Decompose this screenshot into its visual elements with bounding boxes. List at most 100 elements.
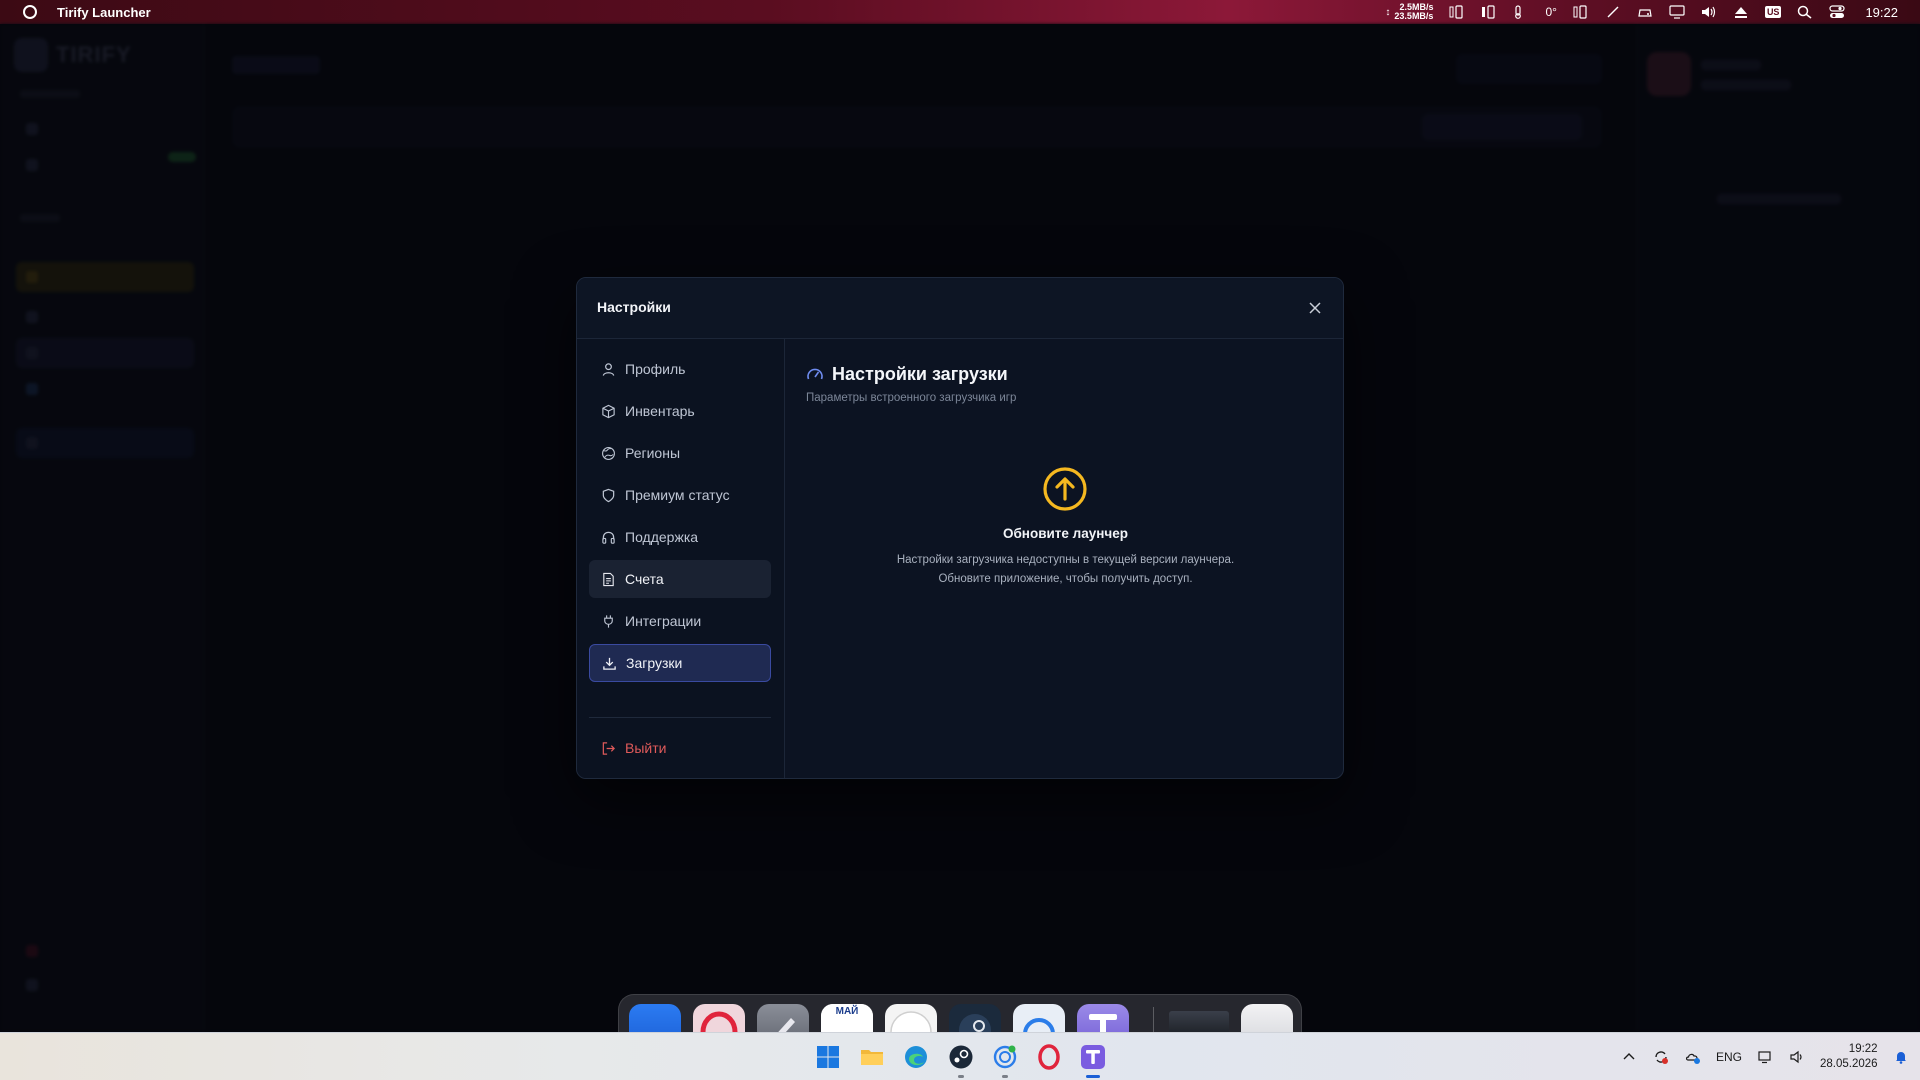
update-message-line2: Обновите приложение, чтобы получить дост… [938, 573, 1193, 585]
section-title: Настройки загрузки [806, 364, 1008, 385]
onedrive-icon[interactable] [1684, 1048, 1702, 1066]
nav-label-regions: Регионы [625, 445, 681, 461]
status-tray: ↕ 2.5MB/s 23.5MB/s 0° US 19:22 [1385, 0, 1898, 24]
nav-item-billing[interactable]: Счета [589, 560, 771, 598]
box-icon [602, 404, 615, 418]
nav-label-support: Поддержка [625, 529, 699, 545]
pen-icon[interactable] [1605, 5, 1621, 19]
tirify-icon [1081, 1045, 1105, 1069]
update-message-line1: Настройки загрузчика недоступны в текуще… [896, 554, 1235, 566]
top-menu-bar: Tirify Launcher ↕ 2.5MB/s 23.5MB/s 0° US… [0, 0, 1920, 24]
settings-nav: Профиль Инвентарь Регионы Премиум статус… [577, 339, 785, 778]
dock-tirify-icon[interactable] [1077, 1004, 1129, 1033]
nav-item-profile[interactable]: Профиль [589, 350, 771, 388]
nav-label-billing: Счета [625, 571, 664, 587]
taskbar-edge-button[interactable] [901, 1042, 931, 1072]
nav-label-downloads: Загрузки [626, 655, 683, 671]
edge-icon [905, 1046, 927, 1068]
dock-browser-icon[interactable] [1013, 1004, 1065, 1033]
windows-taskbar: ENG 19:22 28.05.2026 [0, 1032, 1920, 1080]
download-icon [603, 657, 616, 670]
nav-label-integrations: Интеграции [625, 613, 702, 629]
dock-finder-icon[interactable] [629, 1004, 681, 1033]
headphones-icon [602, 531, 615, 544]
receipt-icon [603, 572, 614, 586]
nav-item-support[interactable]: Поддержка [589, 518, 771, 556]
cloud-drive-icon[interactable] [1637, 5, 1653, 19]
opera-icon [1038, 1044, 1060, 1070]
dock-steam-icon[interactable] [949, 1004, 1001, 1033]
nav-item-regions[interactable]: Регионы [589, 434, 771, 472]
updown-arrows-icon: ↕ [1385, 6, 1391, 18]
input-language[interactable]: ENG [1716, 1050, 1742, 1064]
taskbar-time: 19:22 [1848, 1043, 1878, 1055]
spiral-browser-icon [993, 1045, 1017, 1069]
taskbar-clock[interactable]: 19:22 28.05.2026 [1820, 1042, 1878, 1072]
disk-meter-icon[interactable] [1573, 5, 1589, 19]
update-title: Обновите лаунчер [1002, 526, 1129, 541]
eject-icon[interactable] [1733, 5, 1749, 19]
speedometer-icon [807, 368, 823, 379]
update-arrow-icon [1043, 467, 1087, 511]
steam-icon [949, 1045, 973, 1069]
nav-item-downloads[interactable]: Загрузки [589, 644, 771, 682]
taskbar-opera-button[interactable] [1034, 1042, 1064, 1072]
calendar-month: МАЙ [821, 1004, 873, 1017]
temperature-value: 0° [1545, 5, 1557, 19]
dock-launchpad-icon[interactable] [757, 1004, 809, 1033]
keyboard-layout-badge[interactable]: US [1764, 6, 1782, 18]
monitor-icon[interactable] [1669, 5, 1685, 19]
folder-icon [861, 1050, 883, 1065]
dock: МАЙ [618, 994, 1302, 1034]
logout-button[interactable]: Выйти [589, 729, 771, 767]
nav-item-premium[interactable]: Премиум статус [589, 476, 771, 514]
nav-item-integrations[interactable]: Интеграции [589, 602, 771, 640]
taskbar-browser-button[interactable] [990, 1042, 1020, 1072]
network-icon[interactable] [1756, 1048, 1774, 1066]
steam-running-indicator [958, 1075, 964, 1078]
dock-opera-icon[interactable] [693, 1004, 745, 1033]
thermometer-icon[interactable] [1513, 5, 1529, 19]
system-tray: ENG 19:22 28.05.2026 [1620, 1033, 1910, 1080]
taskbar-tirify-button[interactable] [1078, 1042, 1108, 1072]
nav-label-profile: Профиль [625, 361, 686, 377]
nav-divider [589, 717, 771, 718]
plug-icon [604, 614, 613, 628]
show-hidden-icons-chevron-icon[interactable] [1620, 1048, 1638, 1066]
dock-trash-icon[interactable] [1241, 1004, 1293, 1033]
nav-item-inventory[interactable]: Инвентарь [589, 392, 771, 430]
globe-icon [602, 446, 615, 460]
dock-separator [1153, 1007, 1154, 1033]
dock-window-thumbnail[interactable] [1169, 1011, 1229, 1033]
sync-icon[interactable] [1652, 1048, 1670, 1066]
taskbar-steam-button[interactable] [946, 1042, 976, 1072]
taskbar-explorer-button[interactable] [857, 1042, 887, 1072]
nav-label-premium: Премиум статус [625, 487, 730, 503]
memory-meter-icon[interactable] [1481, 5, 1497, 19]
start-button[interactable] [813, 1042, 843, 1072]
dock-clock-icon[interactable] [885, 1004, 937, 1033]
logout-icon [602, 741, 615, 755]
search-icon[interactable] [1797, 5, 1813, 19]
close-button[interactable] [1305, 298, 1325, 318]
control-center-icon[interactable] [1829, 5, 1846, 19]
section-title-text: Настройки загрузки [832, 364, 1008, 384]
shield-icon [602, 488, 615, 502]
modal-header: Настройки [577, 278, 1343, 339]
modal-title: Настройки [597, 299, 671, 315]
cpu-meter-icon[interactable] [1449, 5, 1465, 19]
nav-label-inventory: Инвентарь [625, 403, 695, 419]
active-app-title: Tirify Launcher [57, 4, 151, 20]
browser-running-indicator [1002, 1075, 1008, 1078]
settings-content: Настройки загрузки Параметры встроенного… [786, 339, 1343, 778]
os-menu-icon[interactable] [23, 5, 37, 19]
menubar-clock[interactable]: 19:22 [1865, 5, 1898, 20]
logout-label: Выйти [625, 740, 667, 756]
speaker-icon[interactable] [1788, 1048, 1806, 1066]
notification-bell-icon[interactable] [1892, 1048, 1910, 1066]
volume-icon[interactable] [1701, 5, 1717, 19]
taskbar-date: 28.05.2026 [1820, 1058, 1878, 1070]
dock-calendar-icon[interactable]: МАЙ [821, 1004, 873, 1033]
close-icon [1309, 302, 1321, 314]
tirify-active-indicator [1086, 1075, 1100, 1078]
